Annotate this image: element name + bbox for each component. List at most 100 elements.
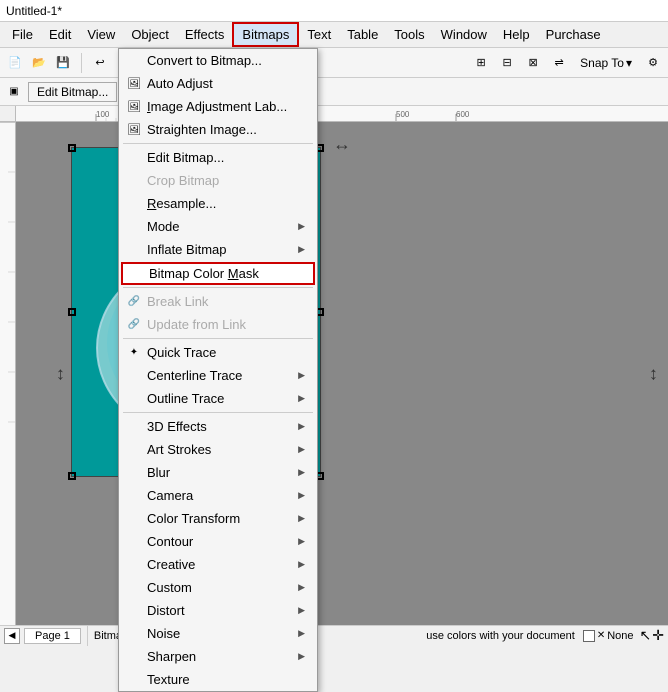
menu-sharpen[interactable]: Sharpen [119, 645, 317, 668]
straighten-icon: 🖼 [125, 121, 143, 139]
image-adj-icon: 🖼 [125, 98, 143, 116]
tool-group-file: 📄 📂 💾 [4, 52, 74, 74]
menu-inflate[interactable]: Inflate Bitmap [119, 238, 317, 261]
none-label: None [607, 630, 633, 642]
x-mark: ✕ [597, 630, 605, 641]
arrow-top: ↔ [333, 134, 351, 155]
menu-window[interactable]: Window [433, 24, 495, 45]
grid-btn1[interactable]: ⊞ [470, 52, 492, 74]
menu-straighten[interactable]: 🖼 Straighten Image... [119, 118, 317, 141]
menu-art-strokes[interactable]: Art Strokes [119, 438, 317, 461]
menu-tools[interactable]: Tools [386, 24, 432, 45]
svg-text:600: 600 [456, 110, 470, 119]
bitmaps-dropdown: Convert to Bitmap... 🖼 Auto Adjust 🖼 Ima… [118, 48, 318, 692]
edit-bitmap-btn[interactable]: Edit Bitmap... [28, 82, 117, 102]
grid-btn3[interactable]: ⊠ [522, 52, 544, 74]
settings-btn[interactable]: ⚙ [642, 52, 664, 74]
arrow-left: ↕ [56, 363, 65, 384]
menu-file[interactable]: File [4, 24, 41, 45]
edit-bitmap-label: Edit Bitmap... [37, 85, 108, 99]
sep3 [123, 338, 313, 339]
menu-mode[interactable]: Mode [119, 215, 317, 238]
menu-view[interactable]: View [79, 24, 123, 45]
menu-edit-bitmap[interactable]: Edit Bitmap... [119, 146, 317, 169]
menu-outline[interactable]: Outline Trace [119, 387, 317, 410]
menu-object[interactable]: Object [123, 24, 177, 45]
update-link-icon: 🔗 [125, 316, 143, 334]
sep4 [123, 412, 313, 413]
menu-text[interactable]: Text [299, 24, 339, 45]
cursor-tools: ↖ ✛ [640, 627, 664, 644]
menu-color-mask[interactable]: Bitmap Color Mask [121, 262, 315, 285]
menu-purchase[interactable]: Purchase [538, 24, 609, 45]
toolbar-right: ⊞ ⊟ ⊠ ⇌ Snap To ▾ ⚙ [470, 52, 664, 74]
canvas-row: ↕ ↕ ↔ [0, 122, 668, 625]
sep-1 [81, 53, 82, 73]
ruler-horizontal: 100 500 600 [16, 106, 668, 122]
page-tab-1[interactable]: Page 1 [24, 628, 81, 644]
snap-to-btn[interactable]: Snap To ▾ [574, 53, 638, 73]
menu-update-link: 🔗 Update from Link [119, 313, 317, 336]
menu-3d-effects[interactable]: 3D Effects [119, 415, 317, 438]
arrow-right: ↕ [649, 363, 658, 384]
menu-blur[interactable]: Blur [119, 461, 317, 484]
save-btn[interactable]: 💾 [52, 52, 74, 74]
undo-btn[interactable]: ↩ [89, 52, 111, 74]
menu-custom[interactable]: Custom [119, 576, 317, 599]
mirror-btn[interactable]: ⇌ [548, 52, 570, 74]
menu-creative[interactable]: Creative [119, 553, 317, 576]
menu-effects[interactable]: Effects [177, 24, 233, 45]
menu-auto-adjust[interactable]: 🖼 Auto Adjust [119, 72, 317, 95]
menu-resample[interactable]: Resample... [119, 192, 317, 215]
open-btn[interactable]: 📂 [28, 52, 50, 74]
new-btn[interactable]: 📄 [4, 52, 26, 74]
canvas-area[interactable]: ↕ ↕ ↔ [16, 122, 668, 625]
menu-image-adj[interactable]: 🖼 Image Adjustment Lab... [119, 95, 317, 118]
menu-bar: File Edit View Object Effects Bitmaps Te… [0, 22, 668, 48]
break-link-icon: 🔗 [125, 293, 143, 311]
ruler-corner [0, 106, 16, 122]
page-nav-left[interactable]: ◀ [4, 628, 20, 644]
ruler-vertical [0, 122, 16, 625]
sep2 [123, 287, 313, 288]
cursor-icon: ↖ [640, 627, 652, 644]
stroke-swatch[interactable] [583, 630, 595, 642]
menu-noise[interactable]: Noise [119, 622, 317, 645]
menu-camera[interactable]: Camera [119, 484, 317, 507]
status-bar: ◀ Page 1 Bitmap (RGB) on Layer 1 400 x 3… [0, 625, 668, 645]
handle-bl[interactable] [68, 472, 76, 480]
menu-table[interactable]: Table [339, 24, 386, 45]
snap-arrow: ▾ [626, 56, 632, 70]
menu-texture[interactable]: Texture [119, 668, 317, 691]
svg-text:500: 500 [396, 110, 410, 119]
main-toolbar: 📄 📂 💾 ↩ ↪ 100.0 % 100.0 % ⊞ ⊟ ⊠ ⇌ Snap T… [0, 48, 668, 78]
menu-crop-bitmap: Crop Bitmap [119, 169, 317, 192]
menu-quick-trace[interactable]: ✦ Quick Trace [119, 341, 317, 364]
to-bitmap-btn[interactable]: ▣ [4, 82, 24, 102]
handle-ml[interactable] [68, 308, 76, 316]
hint-text: use colors with your document [426, 630, 575, 642]
handle-tl[interactable] [68, 144, 76, 152]
menu-edit[interactable]: Edit [41, 24, 79, 45]
menu-convert-bitmap[interactable]: Convert to Bitmap... [119, 49, 317, 72]
title-bar: Untitled-1* [0, 0, 668, 22]
status-sep [87, 626, 88, 646]
menu-break-link: 🔗 Break Link [119, 290, 317, 313]
grid-btn2[interactable]: ⊟ [496, 52, 518, 74]
menu-contour[interactable]: Contour [119, 530, 317, 553]
quick-trace-icon: ✦ [125, 344, 143, 362]
menu-distort[interactable]: Distort [119, 599, 317, 622]
menu-centerline[interactable]: Centerline Trace [119, 364, 317, 387]
crosshair-icon: ✛ [652, 627, 664, 644]
snap-label: Snap To [580, 56, 624, 70]
menu-bitmaps[interactable]: Bitmaps [232, 22, 299, 47]
sep1 [123, 143, 313, 144]
ruler-row: 100 500 600 [0, 106, 668, 122]
app-title: Untitled-1* [6, 4, 62, 18]
color-swatches: ✕ None ↖ ✛ [583, 627, 664, 644]
menu-color-transform[interactable]: Color Transform [119, 507, 317, 530]
menu-help[interactable]: Help [495, 24, 538, 45]
svg-text:100: 100 [96, 110, 110, 119]
work-area-wrapper: 100 500 600 [0, 106, 668, 625]
auto-adjust-icon: 🖼 [125, 75, 143, 93]
